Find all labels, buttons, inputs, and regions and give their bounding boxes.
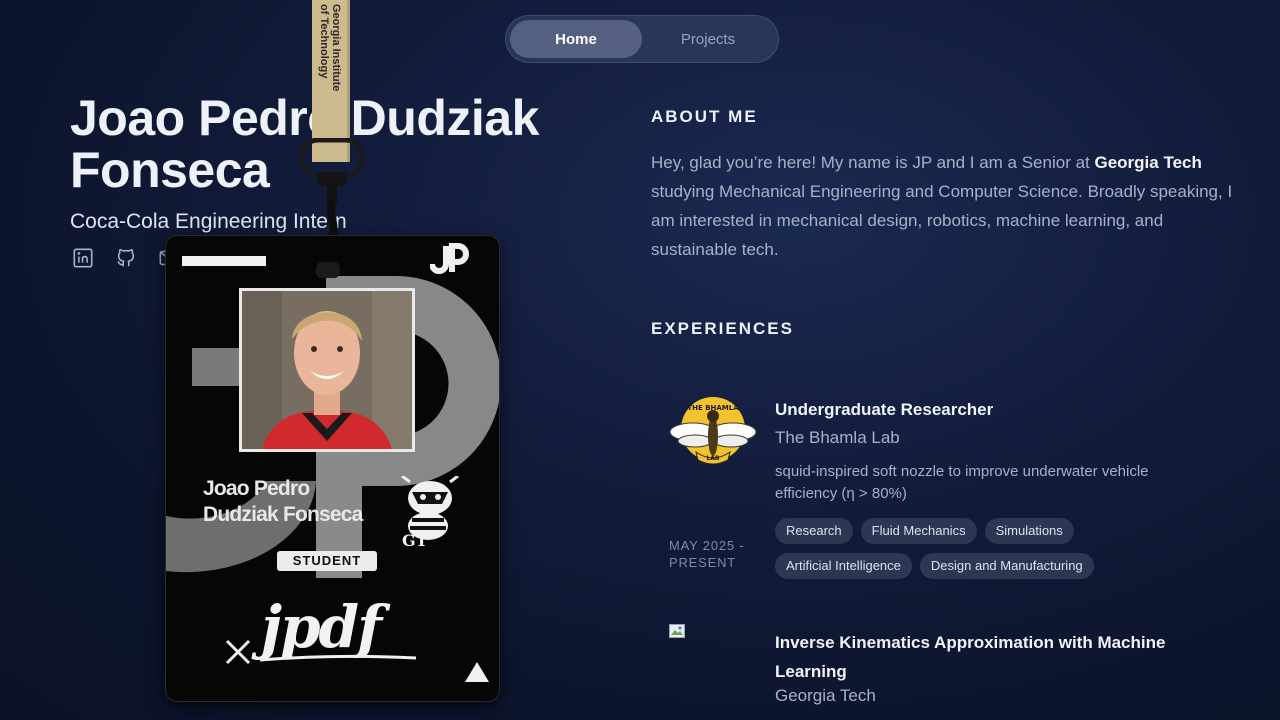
badge-name: Joao Pedro Dudziak Fonseca [203, 476, 363, 528]
tag-chip[interactable]: Fluid Mechanics [860, 518, 977, 544]
profile-photo [239, 288, 415, 452]
yellow-jacket-mascot-icon: GT [401, 476, 459, 548]
linkedin-icon[interactable] [72, 247, 94, 269]
tag-chip[interactable]: Design and Manufacturing [919, 553, 1094, 579]
experience-date-start: MAY 2025 - [669, 538, 745, 553]
experience-date-end: PRESENT [669, 555, 737, 570]
experience-description: squid-inspired soft nozzle to improve un… [775, 463, 1149, 502]
broken-image-icon [669, 624, 685, 638]
bhamla-lab-logo: THE BHAMLA LAB [668, 394, 758, 470]
badge-role-label: STUDENT [277, 551, 377, 571]
experience-title-2: Inverse Kinematics Approximation with Ma… [775, 633, 1166, 681]
experience-date: MAY 2025 - PRESENT [669, 537, 744, 571]
top-nav: Home Projects [505, 15, 779, 63]
experience-tags: Research Fluid Mechanics Simulations Art… [775, 518, 1135, 579]
about-text-start: Hey, glad you’re here! My name is JP and… [651, 153, 1095, 172]
nav-projects-tab[interactable]: Projects [642, 20, 774, 58]
experience-title: Undergraduate Researcher [775, 400, 994, 419]
experience-org-2: Georgia Tech [775, 686, 876, 705]
github-icon[interactable] [115, 247, 137, 269]
about-text-end: studying Mechanical Engineering and Comp… [651, 182, 1233, 259]
badge-name-line-1: Joao Pedro [203, 477, 310, 500]
tag-chip[interactable]: Research [775, 518, 853, 544]
about-heading: ABOUT ME [651, 107, 758, 126]
tag-chip[interactable]: Artificial Intelligence [775, 553, 912, 579]
lanyard-text: Georgia Institute of Technology [318, 4, 342, 92]
triangle-icon [465, 662, 489, 682]
badge-signature: jpdf [261, 593, 382, 661]
close-x-icon [225, 639, 251, 665]
signature-underline [259, 654, 417, 662]
experience-org: The Bhamla Lab [775, 428, 900, 447]
social-links [72, 247, 180, 269]
svg-text:GT: GT [402, 531, 428, 548]
experiences-heading: EXPERIENCES [651, 319, 794, 338]
badge-bar [182, 256, 266, 266]
logo-text-top: THE BHAMLA [687, 404, 739, 412]
about-text-school: Georgia Tech [1094, 153, 1202, 172]
nav-home-tab[interactable]: Home [510, 20, 642, 58]
jp-logo-icon [430, 243, 469, 274]
tag-chip[interactable]: Simulations [984, 518, 1074, 544]
badge-name-line-2: Dudziak Fonseca [203, 503, 363, 526]
logo-text-bottom: LAB [706, 455, 719, 462]
id-badge: Joao Pedro Dudziak Fonseca GT STUDENT jp… [165, 235, 500, 702]
about-paragraph: Hey, glad you’re here! My name is JP and… [651, 148, 1241, 264]
badge-slot [316, 262, 340, 278]
